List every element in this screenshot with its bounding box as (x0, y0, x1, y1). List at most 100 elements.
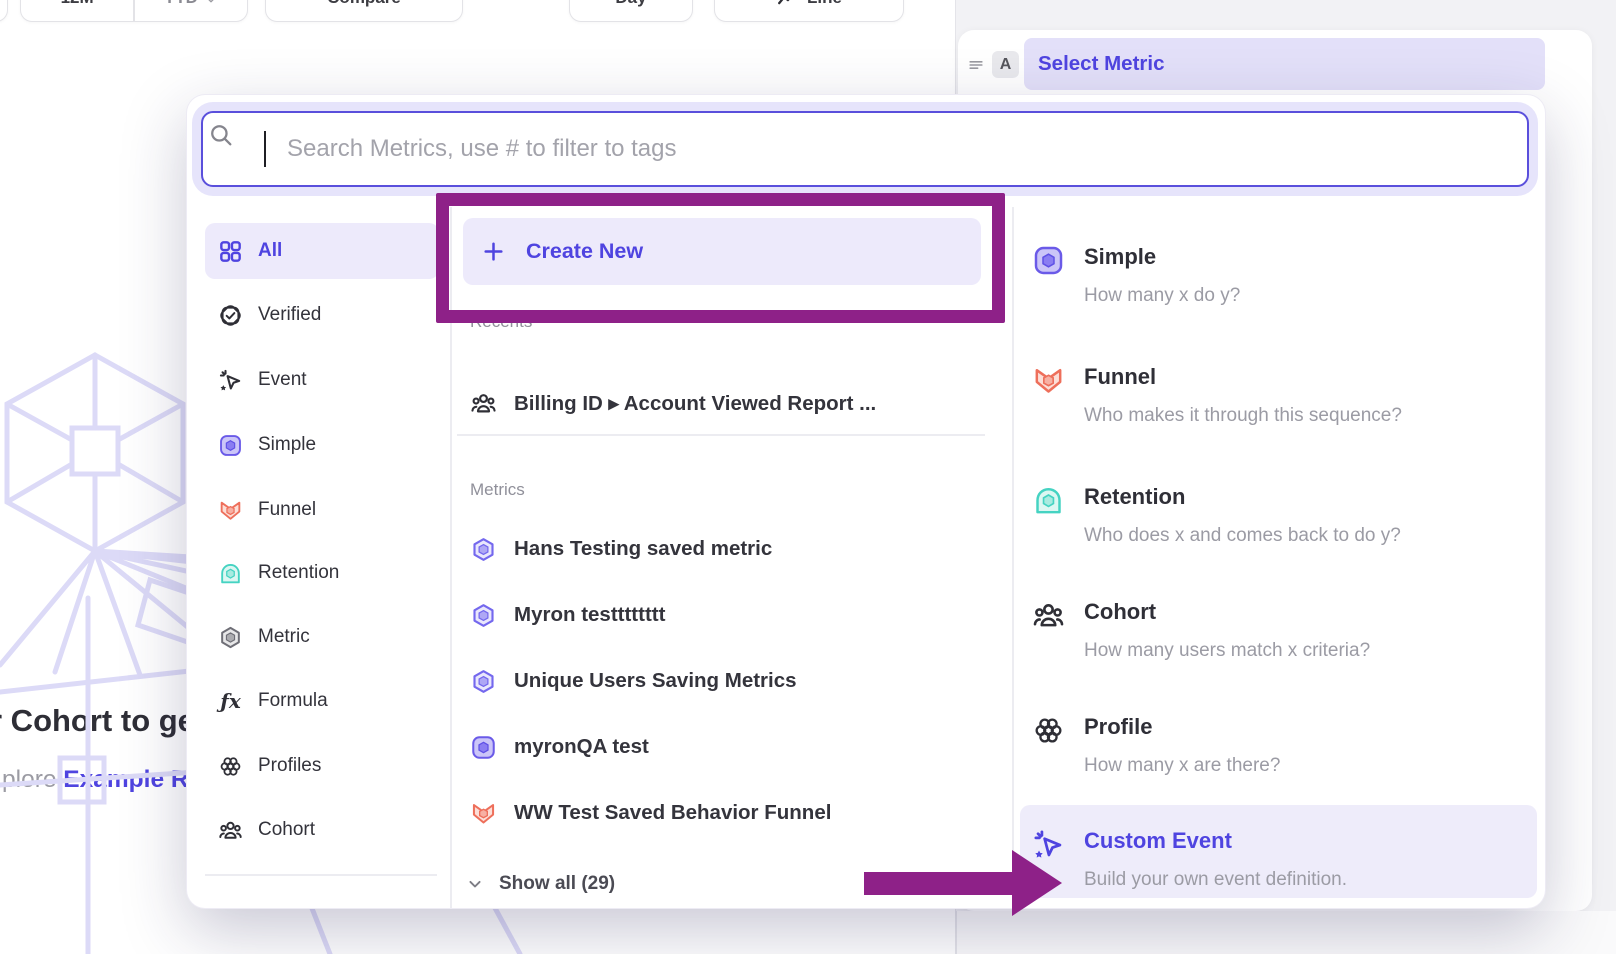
metrics-header: Metrics (470, 480, 525, 500)
bottom-strip (956, 911, 1616, 954)
range-12m-button[interactable]: 12M (21, 0, 133, 21)
recent-item-label: Billing ID ▸ Account Viewed Report ... (514, 391, 876, 416)
line-chart-type-button[interactable]: Line (714, 0, 904, 22)
type-desc: Who does x and comes back to do y? (1084, 523, 1401, 549)
sidebar-item-retention[interactable]: Retention (205, 545, 439, 601)
retention-icon (1032, 484, 1065, 517)
metric-list-item[interactable]: myronQA test (470, 727, 649, 767)
day-label: Day (615, 0, 646, 8)
cohort-icon (218, 818, 243, 843)
day-granularity-button[interactable]: Day (569, 0, 693, 22)
app-root: 12M YTD Compare Day Line A Select Metric… (0, 0, 1616, 954)
sidebar-item-simple[interactable]: Simple (205, 417, 439, 473)
funnel-icon (218, 498, 243, 523)
sidebar-item-label: All (258, 240, 282, 262)
type-row-custom-event[interactable]: Custom Event Build your own event defini… (1032, 826, 1527, 893)
formula-icon: ƒx (218, 689, 243, 714)
column-divider (1012, 207, 1014, 908)
type-desc: How many users match x criteria? (1084, 638, 1370, 664)
sidebar-item-metric[interactable]: Metric (205, 609, 439, 665)
type-title: Custom Event (1084, 826, 1347, 856)
type-title: Funnel (1084, 362, 1402, 392)
type-title: Simple (1084, 242, 1240, 272)
cohort-icon (1032, 599, 1065, 632)
sidebar-item-label: Profiles (258, 755, 321, 777)
text-cursor (264, 131, 266, 167)
toolbar-button-partial[interactable] (0, 0, 8, 22)
sidebar-item-label: Verified (258, 304, 321, 326)
metric-item-label: myronQA test (514, 735, 649, 759)
metric-item-label: Myron testttttttt (514, 603, 665, 627)
funnel-icon (1032, 364, 1065, 397)
metric-list-item[interactable]: WW Test Saved Behavior Funnel (470, 793, 831, 833)
select-metric-button[interactable]: Select Metric (1024, 38, 1545, 90)
recent-item[interactable]: Billing ID ▸ Account Viewed Report ... (470, 383, 876, 423)
annotation-arrow-shaft (864, 872, 1014, 895)
type-row-retention[interactable]: Retention Who does x and comes back to d… (1032, 482, 1527, 549)
sidebar-section-divider (205, 874, 437, 876)
sidebar-item-event[interactable]: Event (205, 352, 439, 408)
search-input[interactable] (201, 111, 1529, 187)
metric-hexagon-icon (470, 602, 497, 629)
line-chart-icon (776, 0, 798, 10)
metric-hexagon-icon (470, 536, 497, 563)
sidebar-item-tags-partial[interactable]: T (205, 896, 439, 908)
range-ytd-button[interactable]: YTD (135, 0, 247, 21)
simple-icon (470, 734, 497, 761)
funnel-icon (470, 800, 497, 827)
sidebar-item-profiles[interactable]: Profiles (205, 738, 439, 794)
series-badge: A (992, 51, 1019, 78)
profiles-icon (218, 754, 243, 779)
type-desc: How many x are there? (1084, 753, 1280, 779)
recents-divider (457, 434, 985, 436)
metric-list-item[interactable]: Myron testttttttt (470, 595, 665, 635)
metric-hexagon-icon (470, 668, 497, 695)
type-row-funnel[interactable]: Funnel Who makes it through this sequenc… (1032, 362, 1527, 429)
verified-badge-icon (218, 303, 243, 328)
metric-item-label: Hans Testing saved metric (514, 537, 772, 561)
show-all-button[interactable]: Show all (29) (465, 864, 615, 904)
sidebar-item-label: Retention (258, 562, 339, 584)
range-ytd-label: YTD (164, 0, 198, 8)
metric-list-item[interactable]: Hans Testing saved metric (470, 529, 772, 569)
retention-icon (218, 561, 243, 586)
chevron-down-icon (465, 874, 485, 894)
sidebar-item-label: Cohort (258, 819, 315, 841)
compare-button[interactable]: Compare (265, 0, 463, 22)
sidebar-item-label: Metric (258, 626, 310, 648)
range-12m-label: 12M (61, 0, 94, 8)
metric-item-label: Unique Users Saving Metrics (514, 669, 797, 693)
sidebar-item-label: Event (258, 369, 307, 391)
drag-handle-icon[interactable] (966, 55, 986, 75)
sidebar-item-label: Funnel (258, 499, 316, 521)
compare-label: Compare (327, 0, 401, 8)
line-label: Line (807, 0, 842, 8)
sidebar-item-funnel[interactable]: Funnel (205, 482, 439, 538)
type-desc: How many x do y? (1084, 283, 1240, 309)
cohort-icon (470, 390, 497, 417)
type-title: Cohort (1084, 597, 1370, 627)
sidebar-item-label: Formula (258, 690, 328, 712)
sidebar-item-formula[interactable]: ƒx Formula (205, 673, 439, 729)
chevron-down-icon (204, 0, 218, 7)
type-row-simple[interactable]: Simple How many x do y? (1032, 242, 1527, 309)
search-icon (208, 122, 234, 148)
sidebar-item-verified[interactable]: Verified (205, 287, 439, 343)
type-title: Retention (1084, 482, 1401, 512)
show-all-label: Show all (29) (499, 873, 615, 895)
type-title: Profile (1084, 712, 1280, 742)
type-row-cohort[interactable]: Cohort How many users match x criteria? (1032, 597, 1527, 664)
simple-icon (1032, 244, 1065, 277)
simple-icon (218, 433, 243, 458)
metric-list-item[interactable]: Unique Users Saving Metrics (470, 661, 797, 701)
type-row-profile[interactable]: Profile How many x are there? (1032, 712, 1527, 779)
sidebar-item-all[interactable]: All (205, 223, 439, 279)
annotation-highlight-box (436, 193, 1005, 323)
date-range-segmented-control: 12M YTD (20, 0, 248, 22)
sidebar-item-label: Simple (258, 434, 316, 456)
metric-item-label: WW Test Saved Behavior Funnel (514, 801, 831, 825)
sidebar-item-cohort[interactable]: Cohort (205, 802, 439, 858)
event-cursor-icon (218, 368, 243, 393)
type-desc: Who makes it through this sequence? (1084, 403, 1402, 429)
profiles-icon (1032, 714, 1065, 747)
